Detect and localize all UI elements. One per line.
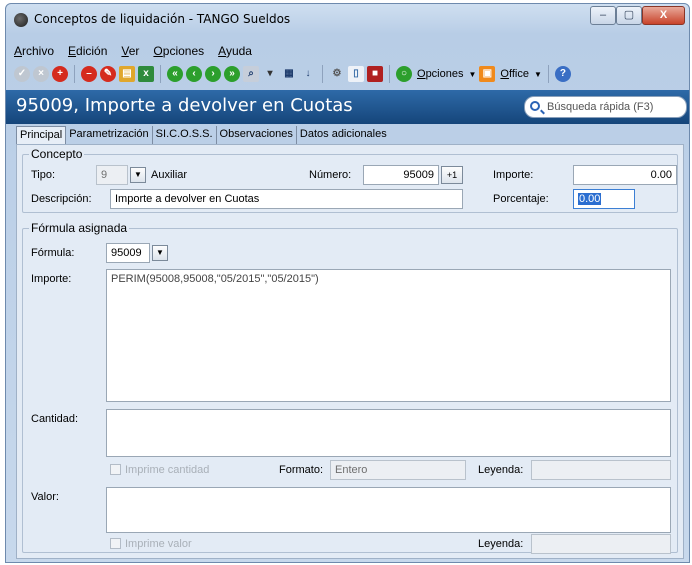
toolbar-separator	[389, 65, 390, 83]
title-bar[interactable]: Conceptos de liquidación - TANGO Sueldos…	[6, 4, 689, 34]
descripcion-label: Descripción:	[31, 193, 92, 205]
tab-panel-principal: Concepto Tipo: 9 ▼ Auxiliar Número: 9500…	[16, 144, 684, 559]
check-icon[interactable]: ✓	[14, 66, 30, 82]
tab-sicoss[interactable]: SI.C.O.S.S.	[153, 126, 217, 144]
formula-importe-textarea[interactable]: PERIM(95008,95008,"05/2015","05/2015")	[106, 269, 671, 402]
tipo-description: Auxiliar	[151, 169, 188, 181]
formula-importe-label: Importe:	[31, 273, 72, 285]
maximize-button[interactable]: ▢	[616, 6, 642, 25]
menu-opciones[interactable]: Opciones	[153, 44, 204, 60]
valor-label: Valor:	[31, 491, 59, 503]
formula-label: Fórmula:	[31, 247, 75, 259]
record-header: 95009, Importe a devolver en Cuotas Búsq…	[6, 90, 689, 124]
porcentaje-label: Porcentaje:	[493, 193, 549, 205]
tipo-label: Tipo:	[31, 169, 56, 181]
help-icon[interactable]: ?	[554, 66, 571, 82]
importe-field[interactable]: 0.00	[573, 165, 677, 185]
add-icon[interactable]: +	[52, 66, 68, 82]
window-title: Conceptos de liquidación - TANGO Sueldos	[34, 12, 291, 26]
leyenda-cantidad-label: Leyenda:	[478, 464, 524, 476]
menu-ver[interactable]: Ver	[121, 44, 139, 60]
menu-bar: Archivo Edición Ver Opciones Ayuda	[14, 44, 252, 60]
edit-icon[interactable]: ✎	[100, 66, 116, 82]
tab-datos-adicionales[interactable]: Datos adicionales	[297, 126, 390, 144]
options-icon[interactable]: ○	[396, 66, 412, 82]
main-window: Conceptos de liquidación - TANGO Sueldos…	[5, 3, 690, 563]
export-icon[interactable]: ■	[367, 66, 383, 82]
chevron-down-icon[interactable]: ▼	[468, 70, 476, 79]
formula-legend: Fórmula asignada	[31, 221, 128, 235]
tab-parametrizacion[interactable]: Parametrización	[66, 126, 153, 144]
cantidad-label: Cantidad:	[31, 413, 79, 425]
toolbar: ✓ × + – ✎ ▤ x « ‹ › » ⌕ ▾ ▦ ↓ ⚙ ▯ ■ ○ Op…	[14, 62, 684, 86]
config-icon[interactable]: ⚙	[329, 66, 345, 82]
next-number-button[interactable]: +1	[441, 166, 463, 184]
menu-archivo[interactable]: Archivo	[14, 44, 54, 60]
first-icon[interactable]: «	[167, 66, 183, 82]
page-title: 95009, Importe a devolver en Cuotas	[16, 95, 353, 116]
imprime-valor-checkbox[interactable]	[110, 538, 121, 549]
tipo-field[interactable]: 9	[96, 165, 128, 185]
delete-icon[interactable]: –	[81, 66, 97, 82]
last-icon[interactable]: »	[224, 66, 240, 82]
cantidad-textarea[interactable]	[106, 409, 671, 457]
next-icon[interactable]: ›	[205, 66, 221, 82]
numero-field[interactable]: 95009	[363, 165, 439, 185]
formula-dropdown-button[interactable]: ▼	[152, 245, 168, 261]
toolbar-separator	[74, 65, 75, 83]
valor-textarea[interactable]	[106, 487, 671, 533]
tango-app-icon	[14, 13, 28, 27]
tab-observaciones[interactable]: Observaciones	[217, 126, 297, 144]
quick-search-input[interactable]: Búsqueda rápida (F3)	[524, 96, 687, 118]
descripcion-field[interactable]: Importe a devolver en Cuotas	[110, 189, 463, 209]
close-button[interactable]: X	[642, 6, 685, 25]
leyenda-cantidad-field[interactable]	[531, 460, 671, 480]
toolbar-separator	[160, 65, 161, 83]
filter-icon[interactable]: ▾	[262, 66, 278, 82]
porcentaje-field[interactable]: 0.00	[573, 189, 635, 209]
excel-icon[interactable]: x	[138, 66, 154, 82]
toolbar-separator	[547, 65, 549, 83]
preview-icon[interactable]: ▯	[348, 66, 364, 82]
imprime-valor-label: Imprime valor	[125, 538, 192, 550]
menu-edicion[interactable]: Edición	[68, 44, 107, 60]
leyenda-valor-label: Leyenda:	[478, 538, 524, 550]
formato-field[interactable]: Entero	[330, 460, 466, 480]
importe-label: Importe:	[493, 169, 534, 181]
tipo-dropdown-button[interactable]: ▼	[130, 167, 146, 183]
tab-principal[interactable]: Principal	[16, 126, 67, 144]
tab-strip: Principal Parametrización SI.C.O.S.S. Ob…	[16, 126, 390, 144]
search-records-icon[interactable]: ⌕	[243, 66, 259, 82]
sort-icon[interactable]: ↓	[300, 66, 316, 82]
porcentaje-value: 0.00	[578, 193, 602, 205]
office-icon[interactable]: ▣	[479, 66, 496, 82]
leyenda-valor-field[interactable]	[531, 534, 671, 554]
columns-icon[interactable]: ▦	[281, 66, 297, 82]
menu-ayuda[interactable]: Ayuda	[218, 44, 252, 60]
quick-search-placeholder: Búsqueda rápida (F3)	[547, 101, 654, 113]
search-icon	[530, 101, 540, 111]
concepto-legend: Concepto	[31, 147, 83, 161]
formula-field[interactable]: 95009	[106, 243, 150, 263]
cancel-icon[interactable]: ×	[33, 66, 49, 82]
previous-icon[interactable]: ‹	[186, 66, 202, 82]
numero-label: Número:	[309, 169, 352, 181]
imprime-cantidad-checkbox[interactable]	[110, 464, 121, 475]
chevron-down-icon[interactable]: ▼	[534, 70, 542, 79]
opciones-button[interactable]: Opciones	[417, 68, 463, 80]
formato-label: Formato:	[279, 464, 324, 476]
office-button[interactable]: Office	[500, 68, 529, 80]
imprime-cantidad-label: Imprime cantidad	[125, 464, 210, 476]
toolbar-separator	[322, 65, 323, 83]
minimize-button[interactable]: –	[590, 6, 616, 25]
print-icon[interactable]: ▤	[119, 66, 135, 82]
